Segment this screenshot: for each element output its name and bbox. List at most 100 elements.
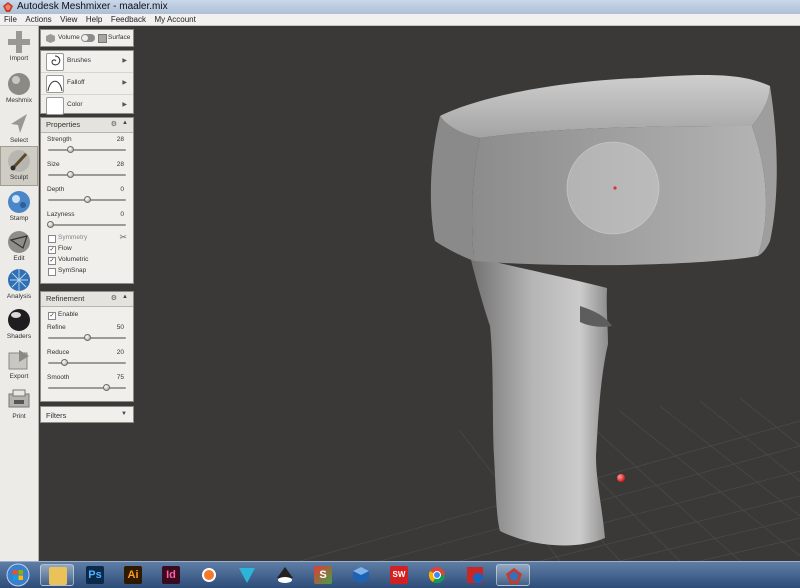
- slider-knob[interactable]: [67, 171, 74, 178]
- pivot-sphere[interactable]: [617, 474, 625, 482]
- enable-checkbox[interactable]: ✓ Enable: [41, 310, 133, 321]
- taskbar-indesign[interactable]: Id: [154, 564, 188, 586]
- indesign-icon: Id: [162, 566, 180, 584]
- strength-slider[interactable]: Strength 28: [41, 133, 133, 158]
- select-arrow-icon: [11, 114, 27, 133]
- slider-knob[interactable]: [61, 359, 68, 366]
- taskbar-solidworks[interactable]: SW: [382, 564, 416, 586]
- filters-title: Filters: [46, 411, 67, 420]
- flow-checkbox[interactable]: ✓ Flow: [41, 244, 133, 255]
- properties-header[interactable]: Properties ⚙ ▲: [41, 118, 133, 133]
- menu-view[interactable]: View: [57, 14, 80, 25]
- color-row[interactable]: Color ▶: [41, 95, 133, 116]
- taskbar-sketch-app[interactable]: S: [306, 564, 340, 586]
- falloff-label: Falloff: [67, 79, 85, 86]
- expand-arrow-icon[interactable]: ▼: [121, 411, 127, 417]
- mesh-handle: [470, 256, 608, 546]
- illustrator-icon: Ai: [124, 566, 142, 584]
- solidworks-icon: SW: [390, 566, 408, 584]
- gear-icon[interactable]: ⚙: [111, 294, 117, 302]
- collapse-arrow-icon[interactable]: ▲: [122, 120, 128, 126]
- slider-knob[interactable]: [84, 334, 91, 341]
- edit-sphere-icon: [8, 231, 30, 253]
- smooth-slider[interactable]: Smooth 75: [41, 371, 133, 396]
- export-button[interactable]: Export: [1, 346, 37, 384]
- start-button[interactable]: [2, 562, 34, 588]
- refine-slider[interactable]: Refine 50: [41, 321, 133, 346]
- menu-file[interactable]: File: [0, 14, 20, 25]
- title-bar: Autodesk Meshmixer - maaler.mix: [0, 0, 800, 15]
- menu-help[interactable]: Help: [83, 14, 105, 25]
- meshmix-sphere-icon: [8, 73, 30, 95]
- brush-swirl-icon: [51, 55, 61, 66]
- taskbar-virtualbox[interactable]: [344, 564, 378, 586]
- taskbar-photoshop[interactable]: Ps: [78, 564, 112, 586]
- menu-actions[interactable]: Actions: [22, 14, 54, 25]
- falloff-curve-icon: [47, 80, 63, 92]
- collapse-arrow-icon[interactable]: ▲: [122, 294, 128, 300]
- properties-title: Properties: [46, 120, 81, 129]
- taskbar-meshmixer[interactable]: [496, 564, 530, 586]
- falloff-row[interactable]: Falloff ▶: [41, 73, 133, 95]
- windows-taskbar: Ps Ai Id S SW: [0, 561, 800, 588]
- import-button[interactable]: Import: [1, 28, 37, 66]
- file-explorer-icon: [49, 567, 67, 585]
- 3d-app-icon: [467, 567, 483, 583]
- taskbar-blender[interactable]: [192, 564, 226, 586]
- slider-knob[interactable]: [103, 384, 110, 391]
- shaders-button[interactable]: Shaders: [1, 306, 37, 344]
- sketchup-icon: S: [314, 566, 332, 584]
- print-icon: [8, 389, 30, 408]
- stamp-button[interactable]: Stamp: [1, 188, 37, 226]
- chevron-right-icon: ▶: [122, 58, 127, 64]
- mode-toggle-bar: Volume Surface: [40, 29, 134, 47]
- edit-button[interactable]: Edit: [1, 228, 37, 266]
- slider-knob[interactable]: [47, 221, 54, 228]
- symmetry-checkbox[interactable]: Symmetry ✂: [41, 232, 133, 244]
- filters-box[interactable]: Filters ▼: [40, 406, 134, 423]
- reduce-slider[interactable]: Reduce 20: [41, 346, 133, 371]
- analysis-button[interactable]: Analysis: [1, 266, 37, 304]
- slider-knob[interactable]: [84, 196, 91, 203]
- taskbar-illustrator[interactable]: Ai: [116, 564, 150, 586]
- window-title: Autodesk Meshmixer - maaler.mix: [17, 1, 168, 12]
- taskbar-inkscape[interactable]: [268, 564, 302, 586]
- gear-icon[interactable]: ⚙: [111, 120, 117, 128]
- size-slider[interactable]: Size 28: [41, 158, 133, 183]
- symsnap-checkbox[interactable]: SymSnap: [41, 266, 133, 277]
- sculpt-button[interactable]: Sculpt: [0, 146, 38, 186]
- menu-my-account[interactable]: My Account: [152, 14, 199, 25]
- brush-center-dot: [613, 186, 617, 190]
- chevron-right-icon: ▶: [122, 102, 127, 108]
- taskbar-vector-app[interactable]: [230, 564, 264, 586]
- print-button[interactable]: Print: [1, 386, 37, 424]
- taskbar-file-explorer[interactable]: [40, 564, 74, 586]
- taskbar-3d-app[interactable]: [458, 564, 492, 586]
- refinement-box: Refinement ⚙ ▲ ✓ Enable Refine 50 Reduce…: [40, 291, 134, 402]
- surface-square-icon: [98, 34, 107, 43]
- brush-thumbnail: [46, 53, 64, 71]
- volume-cube-icon: [46, 34, 55, 43]
- slider-knob[interactable]: [67, 146, 74, 153]
- lazyness-slider[interactable]: Lazyness 0: [41, 208, 133, 233]
- brushes-row[interactable]: Brushes ▶: [41, 51, 133, 73]
- menu-feedback[interactable]: Feedback: [108, 14, 149, 25]
- meshmix-button[interactable]: Meshmix: [1, 70, 37, 108]
- symmetry-tool-icon[interactable]: ✂: [119, 232, 127, 243]
- depth-slider[interactable]: Depth 0: [41, 183, 133, 208]
- sculpt-brush-icon: [8, 150, 30, 172]
- refinement-header[interactable]: Refinement ⚙ ▲: [41, 292, 133, 307]
- volume-label[interactable]: Volume: [58, 34, 80, 41]
- meshmixer-logo-icon: [3, 2, 13, 12]
- select-button[interactable]: Select: [1, 110, 37, 148]
- surface-label[interactable]: Surface: [108, 34, 130, 41]
- virtualbox-icon: [353, 567, 369, 583]
- color-swatch: [46, 97, 64, 115]
- inkscape-icon: [277, 567, 293, 583]
- analysis-sphere-icon: [8, 269, 30, 291]
- photoshop-icon: Ps: [86, 566, 104, 584]
- stamp-icon: [8, 191, 30, 213]
- volumetric-checkbox[interactable]: ✓ Volumetric: [41, 255, 133, 266]
- plus-icon: [8, 31, 30, 53]
- taskbar-chrome[interactable]: [420, 564, 454, 586]
